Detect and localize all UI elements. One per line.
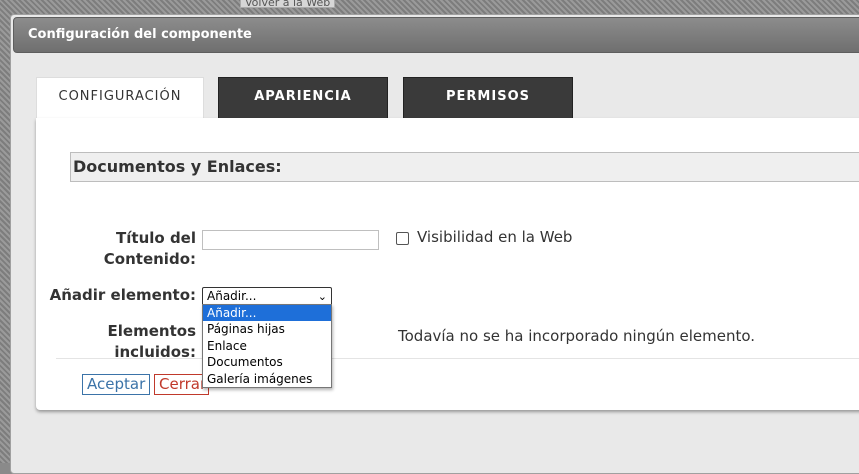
add-element-dropdown-list: Añadir... Páginas hijas Enlace Documento… [202,304,332,388]
included-label-line1: Elementos [107,322,196,340]
accept-button[interactable]: Aceptar [82,374,151,395]
title-label-line2: Contenido: [103,250,196,268]
title-field-label: Título del Contenido: [98,228,196,270]
config-panel: Documentos y Enlaces: Título del Conteni… [36,118,859,410]
close-button[interactable]: Cerrar [154,374,209,395]
component-config-dialog: Configuración del componente CONFIGURACI… [10,14,859,474]
dropdown-option-enlace[interactable]: Enlace [203,338,331,354]
tab-permisos[interactable]: PERMISOS [403,77,573,119]
chevron-down-icon: ⌄ [317,290,327,303]
dropdown-option-galeria-imagenes[interactable]: Galería imágenes [203,371,331,387]
visibility-checkbox[interactable] [396,232,409,245]
title-label-line1: Título del [116,229,196,247]
divider [56,358,859,359]
tab-configuracion[interactable]: CONFIGURACIÓN [36,77,204,120]
tab-apariencia[interactable]: APARIENCIA [218,77,388,119]
dialog-title[interactable]: Configuración del componente [13,17,859,53]
section-title: Documentos y Enlaces: [70,152,859,182]
dropdown-option-anadir[interactable]: Añadir... [203,305,331,322]
add-element-label: Añadir elemento: [49,286,196,304]
included-elements-label: Elementos incluidos: [98,321,196,363]
visibility-label[interactable]: Visibilidad en la Web [417,228,572,246]
dropdown-option-paginas-hijas[interactable]: Páginas hijas [203,321,331,337]
dropdown-option-documentos[interactable]: Documentos [203,354,331,370]
back-to-web-link[interactable]: Volver a la Web [240,0,336,9]
empty-elements-message: Todavía no se ha incorporado ningún elem… [398,327,756,345]
add-element-selected-value: Añadir... [207,289,257,303]
content-title-input[interactable] [202,230,379,250]
included-label-line2: incluidos: [114,343,196,361]
